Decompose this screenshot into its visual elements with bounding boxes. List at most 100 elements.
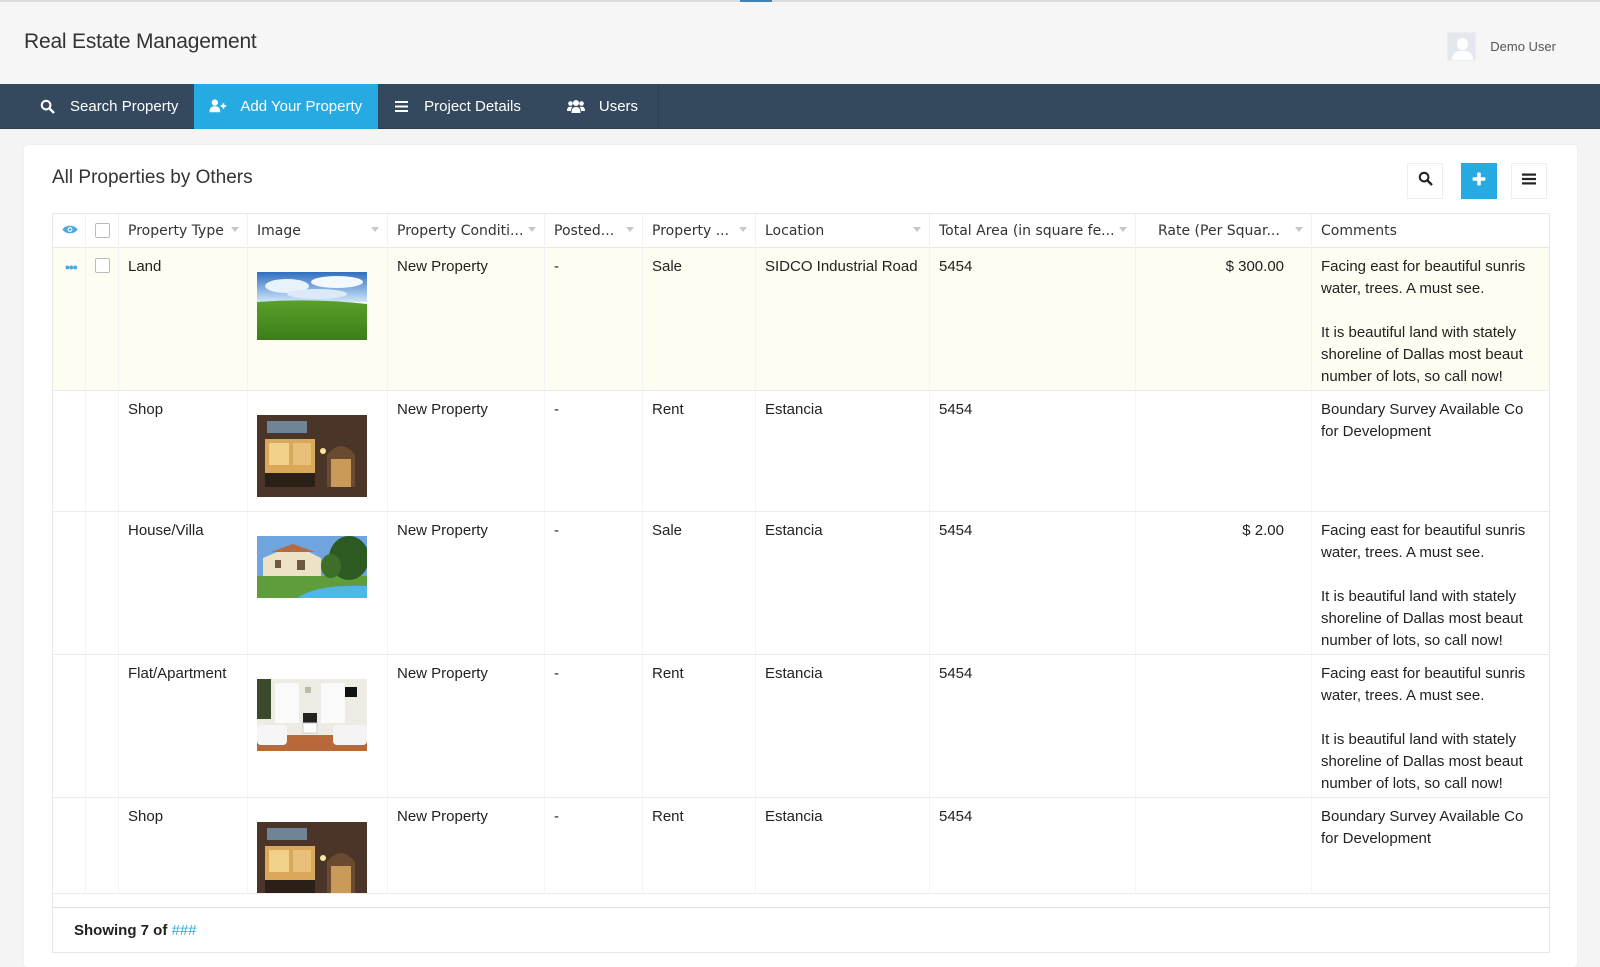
search-icon <box>1418 171 1433 191</box>
posted-cell: - <box>545 798 643 893</box>
property-purpose-cell: Rent <box>643 655 756 797</box>
showing-count: Showing 7 of <box>74 921 168 939</box>
posted-value: - <box>554 665 559 682</box>
posted-value: - <box>554 258 559 275</box>
comment-line: number of lots, so call now! <box>1321 775 1503 792</box>
user-avatar-icon <box>1447 32 1477 61</box>
property-purpose-cell: Rent <box>643 391 756 511</box>
property-condition-cell: New Property <box>388 798 545 893</box>
panel-title: All Properties by Others <box>52 167 253 188</box>
property-condition-value: New Property <box>397 258 488 275</box>
total-area-value: 5454 <box>939 401 973 418</box>
property-image-cell <box>248 798 388 893</box>
select-all-checkbox[interactable] <box>95 223 110 238</box>
shop-front-photo[interactable] <box>257 822 367 893</box>
nav-search-property[interactable]: Search Property <box>0 84 194 129</box>
row-actions-cell: ••• <box>53 248 86 390</box>
comment-line: It is beautiful land with stately <box>1321 324 1517 341</box>
posted-value: - <box>554 808 559 825</box>
total-area-value: 5454 <box>939 665 973 682</box>
nav-users[interactable]: Users <box>537 84 658 129</box>
plus-icon <box>1472 172 1486 191</box>
nav-label: Project Details <box>424 98 521 115</box>
table-row[interactable]: Shop New Property - Rent Estancia 5454 Boundar… <box>53 391 1549 512</box>
menu-button[interactable] <box>1511 163 1547 199</box>
living-room-photo[interactable] <box>257 679 367 751</box>
column-header-label: Comments <box>1321 223 1397 239</box>
sort-caret-icon[interactable] <box>1119 227 1127 232</box>
sort-caret-icon[interactable] <box>1295 227 1303 232</box>
sort-caret-icon[interactable] <box>626 227 634 232</box>
comment-line: water, trees. A must see. <box>1321 687 1485 704</box>
comments-cell: Facing east for beautiful sunris water, t… <box>1312 248 1549 390</box>
total-area-cell: 5454 <box>930 391 1136 511</box>
property-condition-value: New Property <box>397 401 488 418</box>
row-actions-cell <box>53 512 86 654</box>
property-purpose-value: Rent <box>652 808 684 825</box>
location-value: Estancia <box>765 522 823 539</box>
comment-line: It is beautiful land with stately <box>1321 731 1517 748</box>
villa-with-pool-photo[interactable] <box>257 536 367 598</box>
property-image-cell <box>248 391 388 511</box>
location-value: Estancia <box>765 665 823 682</box>
table-row[interactable]: Flat/Apartment New Property - Rent Estancia 5… <box>53 655 1549 798</box>
row-select-cell <box>86 798 119 893</box>
rate-cell <box>1136 798 1312 893</box>
column-header[interactable]: Image <box>248 214 388 248</box>
comments-cell: Boundary Survey Available Co for Developm… <box>1312 391 1549 511</box>
search-button[interactable] <box>1407 163 1443 199</box>
property-type-cell: Land <box>119 248 248 390</box>
column-header[interactable]: Total Area (in square fe... <box>930 214 1136 248</box>
column-header[interactable]: Location <box>756 214 930 248</box>
property-condition-cell: New Property <box>388 655 545 797</box>
green-field-photo[interactable] <box>257 272 367 340</box>
location-value: Estancia <box>765 401 823 418</box>
column-header[interactable]: Property ... <box>643 214 756 248</box>
total-area-value: 5454 <box>939 808 973 825</box>
posted-value: - <box>554 522 559 539</box>
hamburger-menu-icon <box>1522 172 1536 190</box>
search-icon <box>38 97 56 115</box>
column-header[interactable]: Property Conditi... <box>388 214 545 248</box>
nav-project-details[interactable]: Project Details <box>378 84 537 129</box>
sort-caret-icon[interactable] <box>371 227 379 232</box>
column-header[interactable]: Comments <box>1312 214 1549 248</box>
app-header: Real Estate Management Demo User <box>0 2 1600 84</box>
table-row[interactable]: House/Villa New Property - Sale Estancia 5454… <box>53 512 1549 655</box>
sort-caret-icon[interactable] <box>913 227 921 232</box>
row-select-cell <box>86 391 119 511</box>
column-header[interactable]: Property Type <box>119 214 248 248</box>
sort-caret-icon[interactable] <box>739 227 747 232</box>
comment-line: number of lots, so call now! <box>1321 632 1503 649</box>
sort-caret-icon[interactable] <box>528 227 536 232</box>
nav-add-your-property[interactable]: Add Your Property <box>194 84 379 129</box>
sort-caret-icon[interactable] <box>231 227 239 232</box>
comment-line: Facing east for beautiful sunris <box>1321 665 1526 682</box>
row-checkbox[interactable] <box>95 258 110 273</box>
table-row[interactable]: Shop New Property - Rent Estancia 5454 Boundar… <box>53 798 1549 894</box>
property-type-value: Shop <box>128 401 164 418</box>
more-options-icon[interactable]: ••• <box>65 256 78 278</box>
property-image-cell <box>248 655 388 797</box>
comments-cell: Boundary Survey Available Co for Developm… <box>1312 798 1549 893</box>
row-actions-cell <box>53 655 86 797</box>
property-type-cell: House/Villa <box>119 512 248 654</box>
table-row[interactable]: ••• Land New Property - Sale SIDCO Industrial… <box>53 248 1549 391</box>
column-header[interactable]: Rate (Per Squar... <box>1136 214 1312 248</box>
rate-cell <box>1136 655 1312 797</box>
property-condition-cell: New Property <box>388 391 545 511</box>
column-header[interactable]: Posted... <box>545 214 643 248</box>
posted-cell: - <box>545 391 643 511</box>
posted-cell: - <box>545 248 643 390</box>
column-header-label: Image <box>257 223 301 239</box>
nav-label: Users <box>598 98 639 115</box>
row-select-cell <box>86 655 119 797</box>
column-visibility-toggle[interactable] <box>53 214 86 248</box>
property-image-cell <box>248 248 388 390</box>
comments-cell: Facing east for beautiful sunris water, t… <box>1312 655 1549 797</box>
property-type-cell: Shop <box>119 391 248 511</box>
user-menu[interactable]: Demo User <box>1447 32 1556 61</box>
shop-front-photo[interactable] <box>257 415 367 497</box>
property-purpose-cell: Sale <box>643 248 756 390</box>
add-property-button[interactable] <box>1461 163 1497 199</box>
